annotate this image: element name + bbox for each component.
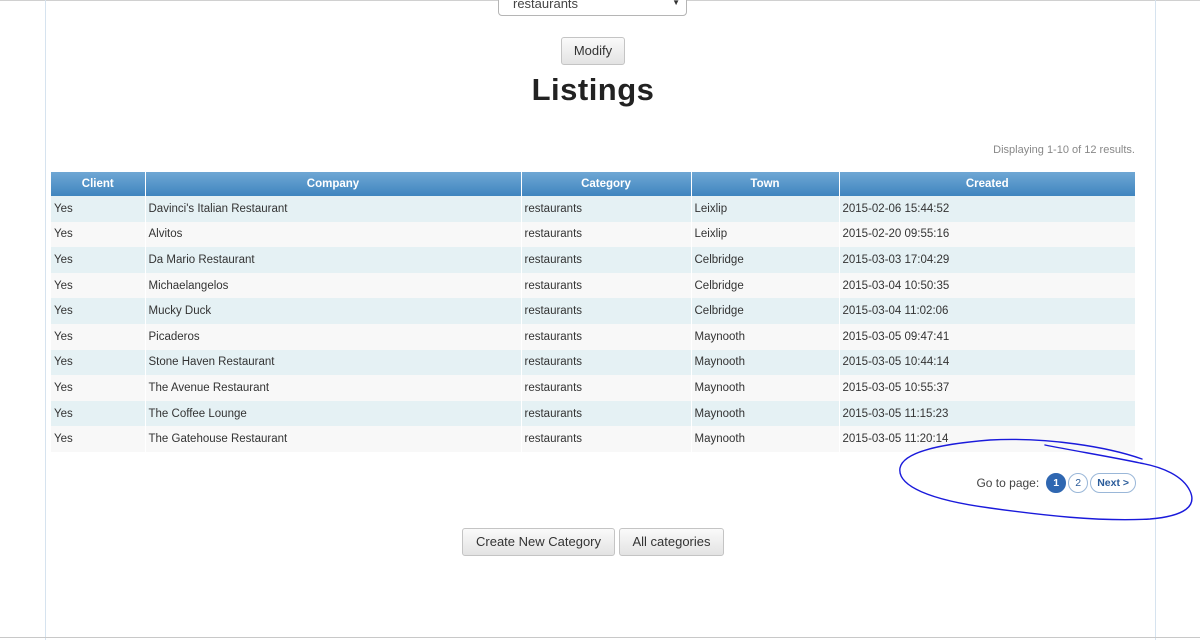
results-summary: Displaying 1-10 of 12 results.: [993, 144, 1135, 156]
cell-town: Celbridge: [691, 247, 840, 273]
cell-client: Yes: [51, 323, 146, 350]
cell-company: The Avenue Restaurant: [145, 375, 522, 401]
chevron-down-icon: ▼: [672, 0, 680, 7]
page-title: Listings: [531, 72, 655, 107]
table-row[interactable]: Yes Da Mario Restaurant restaurants Celbrid…: [51, 247, 1135, 273]
table-row[interactable]: Yes Mucky Duck restaurants Celbridge 2015-03…: [51, 298, 1135, 324]
page-link-2[interactable]: 2: [1068, 473, 1089, 493]
modify-button[interactable]: Modify: [561, 37, 625, 65]
category-select[interactable]: restaurants ▼: [498, 0, 687, 16]
cell-company: Stone Haven Restaurant: [145, 349, 522, 376]
page-link-1[interactable]: 1: [1046, 473, 1067, 493]
cell-created: 2015-03-05 11:15:23: [839, 400, 1135, 427]
cell-created: 2015-03-05 10:44:14: [839, 349, 1135, 376]
cell-company: Alvitos: [145, 221, 522, 248]
cell-client: Yes: [51, 375, 146, 401]
table-row[interactable]: Yes Michaelangelos restaurants Celbridge 201…: [51, 272, 1135, 299]
cell-town: Maynooth: [691, 400, 840, 427]
cell-town: Maynooth: [691, 349, 840, 376]
cell-town: Maynooth: [691, 323, 840, 350]
table-body: Yes Davinci's Italian Restaurant restauran…: [51, 196, 1135, 452]
cell-client: Yes: [51, 247, 146, 273]
cell-client: Yes: [51, 400, 146, 427]
cell-company: The Coffee Lounge: [145, 400, 522, 427]
table-row[interactable]: Yes The Coffee Lounge restaurants Maynooth 2…: [51, 400, 1135, 427]
cell-company: Picaderos: [145, 323, 522, 350]
all-categories-button[interactable]: All categories: [619, 528, 724, 556]
cell-client: Yes: [51, 221, 146, 248]
cell-town: Maynooth: [691, 375, 840, 401]
column-header-town[interactable]: Town: [691, 172, 840, 196]
cell-category: restaurants: [521, 298, 692, 324]
cell-category: restaurants: [521, 375, 692, 401]
cell-client: Yes: [51, 349, 146, 376]
table-row[interactable]: Yes The Gatehouse Restaurant restaurants Ma…: [51, 426, 1135, 452]
cell-created: 2015-02-20 09:55:16: [839, 221, 1135, 248]
cell-client: Yes: [51, 272, 146, 299]
cell-created: 2015-02-06 15:44:52: [839, 196, 1135, 222]
cell-client: Yes: [51, 196, 146, 222]
cell-company: The Gatehouse Restaurant: [145, 426, 522, 452]
table-row[interactable]: Yes Picaderos restaurants Maynooth 2015-03-0…: [51, 323, 1135, 350]
cell-company: Michaelangelos: [145, 272, 522, 299]
table-row[interactable]: Yes Alvitos restaurants Leixlip 2015-02-20 0…: [51, 221, 1135, 248]
cell-category: restaurants: [521, 323, 692, 350]
column-header-category[interactable]: Category: [521, 172, 692, 196]
cell-client: Yes: [51, 426, 146, 452]
cell-created: 2015-03-04 11:02:06: [839, 298, 1135, 324]
cell-created: 2015-03-05 11:20:14: [839, 426, 1135, 452]
cell-category: restaurants: [521, 426, 692, 452]
bottom-border: [0, 637, 1200, 638]
cell-category: restaurants: [521, 221, 692, 248]
cell-created: 2015-03-05 10:55:37: [839, 375, 1135, 401]
listings-table: Client Company Category Town Created Yes…: [51, 172, 1135, 452]
cell-company: Da Mario Restaurant: [145, 247, 522, 273]
cell-town: Celbridge: [691, 298, 840, 324]
cell-town: Leixlip: [691, 196, 840, 222]
table-row[interactable]: Yes The Avenue Restaurant restaurants Mayno…: [51, 375, 1135, 401]
pagination: Go to page: 1 2 Next >: [976, 472, 1136, 494]
cell-town: Maynooth: [691, 426, 840, 452]
cell-category: restaurants: [521, 400, 692, 427]
cell-category: restaurants: [521, 196, 692, 222]
column-header-client[interactable]: Client: [51, 172, 146, 196]
cell-created: 2015-03-04 10:50:35: [839, 272, 1135, 299]
table-row[interactable]: Yes Stone Haven Restaurant restaurants Mayn…: [51, 349, 1135, 376]
create-category-button[interactable]: Create New Category: [462, 528, 615, 556]
column-header-company[interactable]: Company: [145, 172, 522, 196]
cell-town: Leixlip: [691, 221, 840, 248]
column-header-created[interactable]: Created: [839, 172, 1135, 196]
cell-town: Celbridge: [691, 272, 840, 299]
cell-company: Davinci's Italian Restaurant: [145, 196, 522, 222]
pager-label: Go to page:: [976, 476, 1040, 490]
cell-category: restaurants: [521, 349, 692, 376]
cell-category: restaurants: [521, 247, 692, 273]
cell-category: restaurants: [521, 272, 692, 299]
table-row[interactable]: Yes Davinci's Italian Restaurant restauran…: [51, 196, 1135, 222]
category-select-value: restaurants: [513, 0, 579, 11]
cell-created: 2015-03-03 17:04:29: [839, 247, 1135, 273]
next-page-link[interactable]: Next >: [1090, 473, 1136, 493]
cell-created: 2015-03-05 09:47:41: [839, 323, 1135, 350]
cell-client: Yes: [51, 298, 146, 324]
cell-company: Mucky Duck: [145, 298, 522, 324]
table-header-row: Client Company Category Town Created: [51, 172, 1135, 196]
